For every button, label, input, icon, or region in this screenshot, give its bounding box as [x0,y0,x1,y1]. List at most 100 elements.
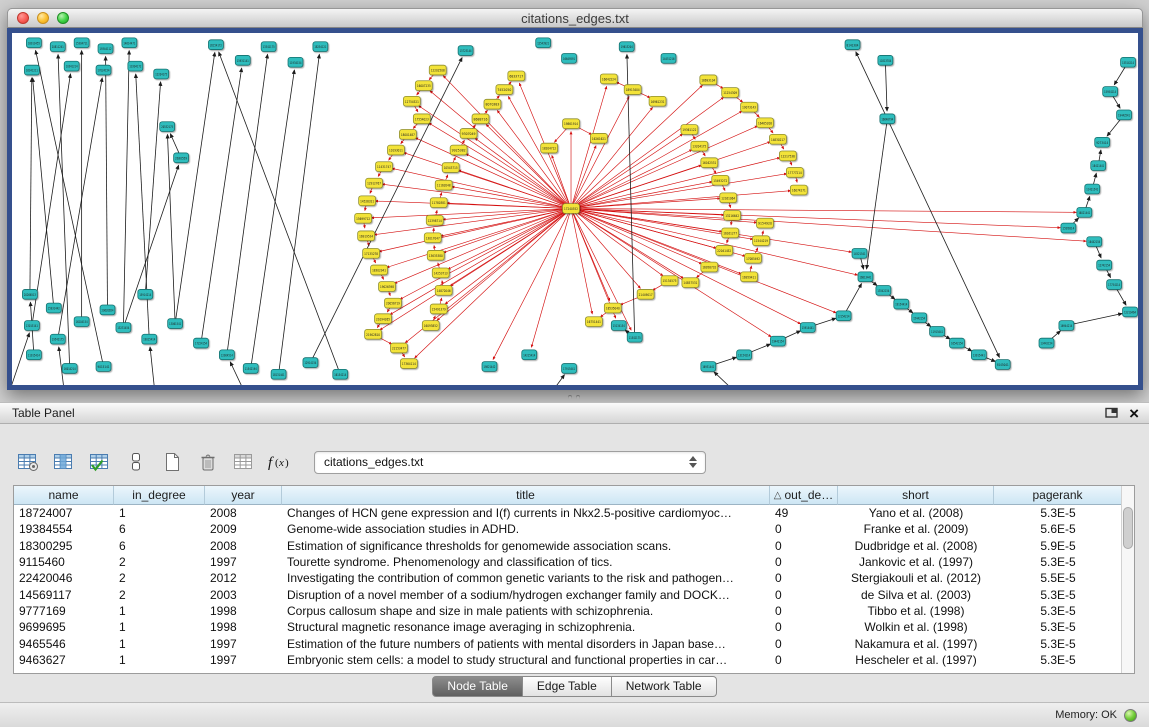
graph-node[interactable]: 16931441 [701,362,716,372]
graph-node[interactable]: 21449017 [637,289,654,299]
graph-node[interactable]: 14857531 [682,278,699,288]
graph-node[interactable]: 17240552 [563,204,580,214]
row-height-icon[interactable] [122,449,149,476]
graph-node[interactable]: 15931442 [46,303,61,313]
function-builder-icon[interactable]: f(x) [266,449,293,476]
graph-node[interactable]: 16642224 [600,74,617,84]
graph-node[interactable]: 18204712 [541,143,558,153]
graph-node[interactable]: 14451216 [661,53,676,63]
graph-node[interactable]: 15442154 [912,313,927,323]
graph-node[interactable]: 11162048 [435,180,452,190]
window-titlebar[interactable]: citations_edges.txt [7,8,1143,28]
table-row[interactable]: 946362711997Embryonic stem cells: a mode… [14,652,1134,668]
graph-node[interactable]: 16944214 [1059,321,1074,331]
graph-node[interactable]: 11915414 [26,350,41,360]
graph-node[interactable]: 18302941 [371,265,388,275]
table-options-icon[interactable] [14,449,41,476]
graph-node[interactable]: 12154214 [836,311,851,321]
graph-node[interactable]: 12754521 [403,96,420,106]
graph-node[interactable]: 7452050 [496,85,513,95]
graph-node[interactable]: 11421541 [1085,184,1100,194]
graph-node[interactable]: 9245041 [995,360,1010,370]
column-header-year[interactable]: year [205,486,282,505]
graph-node[interactable]: 12904514 [219,350,234,360]
column-header-pagerank[interactable]: pagerank [994,486,1122,505]
graph-node[interactable]: 19613204 [619,42,634,52]
graph-node[interactable]: 19026398 [379,282,396,292]
graph-node[interactable]: 14521541 [852,248,867,258]
column-header-short[interactable]: short [838,486,994,505]
scrollbar-thumb[interactable] [1123,507,1133,549]
graph-node[interactable]: 19861914 [563,119,580,129]
graph-node[interactable]: 16014214 [62,364,77,374]
graph-node[interactable]: 12398714 [426,215,443,225]
merge-table-icon[interactable] [230,449,257,476]
graph-node[interactable]: 15491379 [430,304,447,314]
graph-node[interactable]: 11542194 [243,364,258,374]
graph-node[interactable]: 21094265 [375,314,392,324]
graph-node[interactable]: 12202508 [429,65,446,75]
graph-node[interactable]: 12543921 [536,38,551,48]
graph-node[interactable]: 19542175 [50,334,65,344]
graph-node[interactable]: 17024154 [96,65,111,75]
graph-node[interactable]: 13015141 [24,321,39,331]
graph-node[interactable]: 12161064 [720,193,737,203]
table-row[interactable]: 969969511998Structural magnetic resonanc… [14,619,1134,635]
graph-node[interactable]: 15304711 [74,38,89,48]
graph-node[interactable]: 16648794 [880,114,895,124]
graph-node[interactable]: 20532175 [160,122,175,132]
table-scrollbar[interactable] [1121,486,1134,673]
graph-node[interactable]: 11915441 [930,326,945,336]
graph-node[interactable]: 17135278 [363,248,380,258]
graph-node[interactable]: 10543715 [442,163,459,173]
graph-node[interactable]: 15514214 [1121,57,1136,67]
graph-node[interactable]: 10193011 [387,145,404,155]
graph-node[interactable]: 19344112 [98,44,113,54]
graph-node[interactable]: 16542154 [950,338,965,348]
graph-node[interactable]: 16465208 [757,118,774,128]
graph-node[interactable]: 11813704 [878,55,893,65]
graph-node[interactable]: 19361122 [681,125,698,135]
graph-node[interactable]: 13542154 [876,286,891,296]
graph-node[interactable]: 18913404 [624,85,641,95]
graph-node[interactable]: 16093852 [422,321,439,331]
graph-node[interactable]: 13635380 [427,250,444,260]
table-row[interactable]: 1872400712008Changes of HCN gene express… [14,505,1134,521]
graph-node[interactable]: 20266513 [22,289,37,299]
graph-node[interactable]: 19442541 [1117,110,1132,120]
graph-node[interactable]: 11254309 [722,88,739,98]
graph-node[interactable]: 17364114 [400,359,417,369]
graph-node[interactable]: 13304172 [128,61,143,71]
column-header-title[interactable]: title [282,486,770,505]
graph-node[interactable]: 15914441 [800,323,815,333]
graph-node[interactable]: 14215414 [522,350,537,360]
graph-node[interactable]: 15699712 [355,213,372,223]
graph-node[interactable]: 19442154 [770,336,785,346]
graph-node[interactable]: 18535040 [604,303,621,313]
graph-node[interactable]: 11544219 [753,236,770,246]
graph-node[interactable]: 17085492 [745,253,762,263]
close-panel-icon[interactable]: × [1129,405,1139,422]
graph-node[interactable]: 12742154 [1097,260,1112,270]
graph-node[interactable]: 11934154 [288,57,303,67]
table-row[interactable]: 977716911998Corpus callosum shape and si… [14,603,1134,619]
graph-node[interactable]: 20620654 [100,305,115,315]
graph-node[interactable]: 18131441 [271,369,286,379]
graph-node[interactable]: 13154214 [737,350,752,360]
graph-node[interactable]: 13017047 [424,233,441,243]
graph-node[interactable]: 19154414 [894,299,909,309]
graph-node[interactable]: 6833717 [508,71,525,81]
graph-node[interactable]: 17915441 [562,364,577,374]
graph-node[interactable]: 8070383 [484,99,501,109]
graph-node[interactable]: 11780381 [430,198,447,208]
graph-node[interactable]: 15954214 [1103,87,1118,97]
graph-node[interactable]: 20154172 [208,40,223,50]
tab-node-table[interactable]: Node Table [432,676,523,697]
graph-node[interactable]: 14872046 [435,286,452,296]
graph-node[interactable]: 15231454 [116,323,131,333]
graph-node[interactable]: 8141304 [845,40,860,50]
table-selector-dropdown[interactable]: citations_edges.txt [314,451,706,474]
graph-node[interactable]: 12914154 [303,358,318,368]
graph-node[interactable]: 21902810 [365,329,382,339]
graph-node[interactable]: 18001487 [399,130,416,140]
